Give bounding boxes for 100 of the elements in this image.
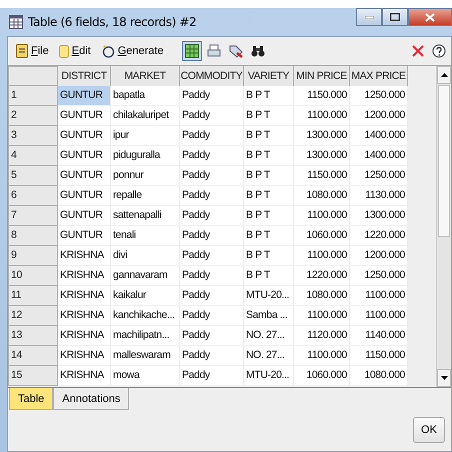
table-cell: Paddy — [180, 366, 244, 386]
maximize-icon — [390, 13, 400, 21]
window-title: Table (6 fields, 18 records) #2 — [28, 15, 196, 29]
table-cell: malleswaram — [111, 346, 180, 366]
row-header[interactable]: 5 — [8, 166, 58, 186]
down-arrow-icon — [440, 376, 448, 380]
table-cell: KRISHNA — [58, 326, 111, 346]
table-cell: Paddy — [180, 326, 244, 346]
scrollbar-thumb[interactable] — [438, 85, 450, 237]
table-cell: kaikalur — [111, 286, 180, 306]
row-header[interactable]: 6 — [8, 186, 58, 206]
table-cell: mowa — [111, 366, 180, 386]
table-cell: B P T — [244, 186, 294, 206]
minimize-button[interactable] — [356, 8, 382, 26]
row-header[interactable]: 8 — [8, 226, 58, 246]
row-header[interactable]: 9 — [8, 246, 58, 266]
table-cell: bapatla — [111, 86, 180, 106]
scrollbar[interactable] — [436, 66, 451, 387]
table-cell: GUNTUR — [58, 106, 111, 126]
table-cell: B P T — [244, 126, 294, 146]
table-cell: 1250.000 — [350, 166, 408, 186]
column-header[interactable]: VARIETY — [244, 66, 294, 86]
table-cell: chilakaluripet — [111, 106, 180, 126]
scroll-down-button[interactable] — [437, 369, 451, 387]
ok-button[interactable]: OK — [413, 417, 445, 443]
row-header[interactable]: 2 — [8, 106, 58, 126]
table-cell: 1100.000 — [294, 346, 350, 366]
column-header[interactable]: DISTRICT — [58, 66, 111, 86]
table-cell: NO. 27... — [244, 326, 294, 346]
table-cell: B P T — [244, 226, 294, 246]
row-header[interactable]: 15 — [8, 366, 58, 386]
tag-icon — [228, 44, 243, 58]
help-icon — [432, 44, 446, 58]
table-cell: Paddy — [180, 126, 244, 146]
table-cell: 1140.000 — [350, 326, 408, 346]
row-header[interactable]: 14 — [8, 346, 58, 366]
column-header[interactable]: MIN PRICE — [294, 66, 350, 86]
tab[interactable]: Annotations — [53, 388, 130, 410]
table-cell: Paddy — [180, 346, 244, 366]
table-cell: B P T — [244, 86, 294, 106]
close-icon — [411, 44, 425, 58]
table-cell: B P T — [244, 146, 294, 166]
row-header[interactable]: 13 — [8, 326, 58, 346]
row-header[interactable]: 3 — [8, 126, 58, 146]
table-cell: kanchikache... — [111, 306, 180, 326]
table-cell: 1150.000 — [294, 166, 350, 186]
table-cell: B P T — [244, 206, 294, 226]
table-cell: 1250.000 — [350, 266, 408, 286]
table-cell: Paddy — [180, 166, 244, 186]
table-cell: 1150.000 — [350, 346, 408, 366]
up-arrow-icon — [440, 73, 448, 77]
row-header[interactable]: 11 — [8, 286, 58, 306]
table-cell: KRISHNA — [58, 366, 111, 386]
table-cell: ponnur — [111, 166, 180, 186]
column-header[interactable]: COMMODITY — [180, 66, 244, 86]
table-cell: GUNTUR — [58, 86, 111, 106]
toolbar-button[interactable] — [182, 41, 202, 61]
table-cell: 1060.000 — [294, 366, 350, 386]
menu-button[interactable]: Generate — [98, 43, 166, 59]
table-icon — [9, 15, 23, 29]
row-header[interactable]: 7 — [8, 206, 58, 226]
table-cell: 1130.000 — [350, 186, 408, 206]
grid-icon — [184, 44, 199, 58]
table-cell: Paddy — [180, 286, 244, 306]
table-cell: GUNTUR — [58, 186, 111, 206]
scroll-up-button[interactable] — [437, 66, 451, 84]
table-cell: Paddy — [180, 206, 244, 226]
row-header[interactable]: 4 — [8, 146, 58, 166]
table-cell: B P T — [244, 246, 294, 266]
close-button[interactable] — [408, 8, 452, 26]
table-cell: ipur — [111, 126, 180, 146]
table-cell: 1200.000 — [350, 106, 408, 126]
table-cell: B P T — [244, 166, 294, 186]
row-header[interactable]: 1 — [8, 86, 58, 106]
table-cell: 1100.000 — [294, 106, 350, 126]
table-cell: Paddy — [180, 266, 244, 286]
table-cell: Paddy — [180, 186, 244, 206]
table-cell: Paddy — [180, 226, 244, 246]
table-cell: 1100.000 — [294, 306, 350, 326]
table-cell: sattenapalli — [111, 206, 180, 226]
table-cell: 1100.000 — [350, 286, 408, 306]
column-header[interactable]: MAX PRICE — [350, 66, 408, 86]
table-cell: 1100.000 — [294, 206, 350, 226]
table-cell: GUNTUR — [58, 126, 111, 146]
file-menu-icon — [16, 44, 28, 58]
table-cell: Paddy — [180, 146, 244, 166]
table-cell: divi — [111, 246, 180, 266]
column-header[interactable]: MARKET — [111, 66, 180, 86]
table-cell: 1080.000 — [350, 366, 408, 386]
binoculars-icon — [250, 44, 265, 58]
row-header[interactable]: 12 — [8, 306, 58, 326]
menu-button[interactable]: File — [14, 43, 51, 59]
row-header[interactable]: 10 — [8, 266, 58, 286]
menu-button[interactable]: Edit — [56, 43, 93, 59]
tab[interactable]: Table — [9, 388, 54, 410]
maximize-button[interactable] — [382, 8, 408, 26]
printer-icon — [206, 44, 221, 58]
table-cell: Paddy — [180, 106, 244, 126]
table-cell: gannavaram — [111, 266, 180, 286]
table-cell: B P T — [244, 266, 294, 286]
